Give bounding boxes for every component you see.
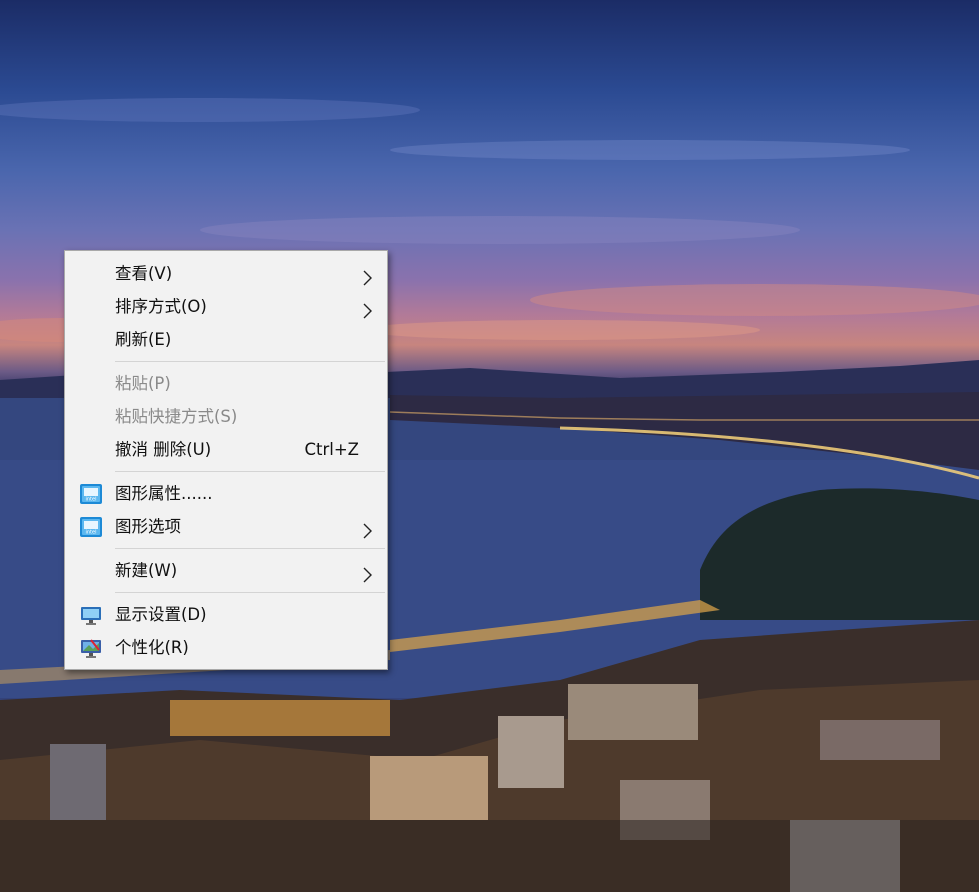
menu-item-label: 排序方式(O) [115, 297, 207, 316]
menu-item-0-0[interactable]: 查看(V) [65, 257, 387, 290]
menu-item-label: 显示设置(D) [115, 605, 207, 624]
menu-item-label: 撤消 删除(U) [115, 440, 212, 459]
menu-item-label: 图形属性...... [115, 484, 213, 503]
menu-item-4-1[interactable]: 个性化(R) [65, 631, 387, 664]
display-settings-icon [79, 603, 103, 627]
menu-item-label: 粘贴(P) [115, 374, 171, 393]
personalize-icon [79, 636, 103, 660]
menu-item-2-1[interactable]: intel 图形选项 [65, 510, 387, 543]
chevron-right-icon [361, 518, 373, 539]
svg-text:intel: intel [86, 497, 97, 503]
menu-item-label: 个性化(R) [115, 638, 189, 657]
chevron-right-icon [361, 562, 373, 583]
intel-graphics-icon: intel [79, 482, 103, 506]
menu-item-4-0[interactable]: 显示设置(D) [65, 598, 387, 631]
menu-item-0-2[interactable]: 刷新(E) [65, 323, 387, 356]
menu-item-0-1[interactable]: 排序方式(O) [65, 290, 387, 323]
desktop-context-menu: 查看(V) 排序方式(O) 刷新(E) 粘贴(P) 粘贴快捷方式(S) 撤消 删除(U) C… [64, 250, 388, 670]
chevron-right-icon [361, 265, 373, 286]
menu-separator [115, 471, 385, 472]
menu-item-3-0[interactable]: 新建(W) [65, 554, 387, 587]
menu-item-1-0: 粘贴(P) [65, 367, 387, 400]
menu-item-1-1: 粘贴快捷方式(S) [65, 400, 387, 433]
menu-item-label: 图形选项 [115, 517, 181, 536]
menu-item-shortcut: Ctrl+Z [304, 440, 360, 459]
menu-item-1-2[interactable]: 撤消 删除(U) Ctrl+Z [65, 433, 387, 466]
menu-item-label: 刷新(E) [115, 330, 172, 349]
menu-item-2-0[interactable]: intel 图形属性...... [65, 477, 387, 510]
menu-separator [115, 548, 385, 549]
svg-text:intel: intel [86, 530, 97, 536]
intel-graphics-icon: intel [79, 515, 103, 539]
menu-separator [115, 361, 385, 362]
chevron-right-icon [361, 298, 373, 319]
menu-item-label: 新建(W) [115, 561, 178, 580]
menu-item-label: 查看(V) [115, 264, 173, 283]
menu-item-label: 粘贴快捷方式(S) [115, 407, 238, 426]
menu-separator [115, 592, 385, 593]
